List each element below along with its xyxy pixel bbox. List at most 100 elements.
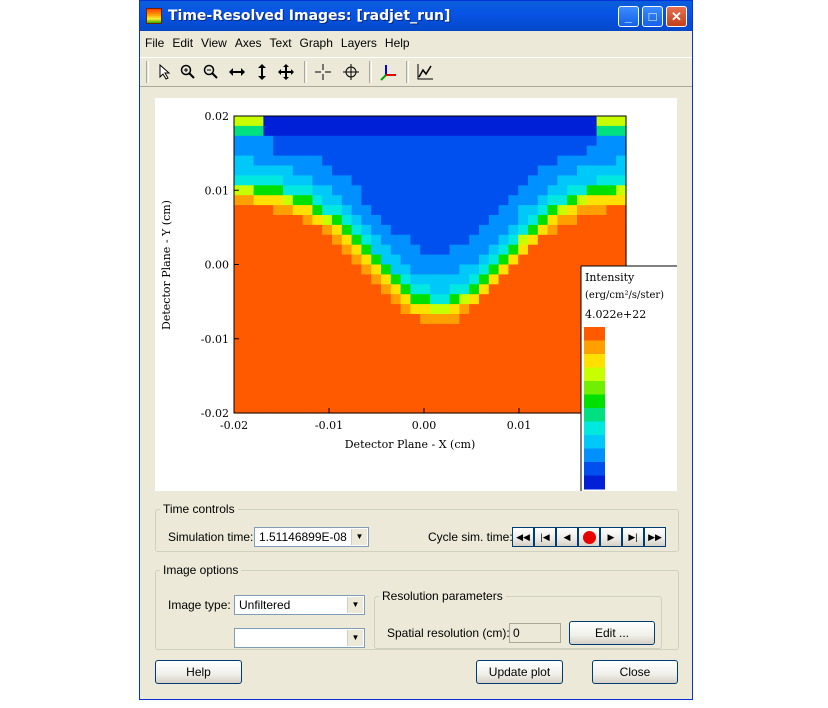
heatmap-cell bbox=[263, 195, 274, 206]
heatmap-cell bbox=[390, 403, 402, 414]
update-plot-button[interactable]: Update plot bbox=[476, 660, 563, 684]
pan-vertical-tool[interactable] bbox=[251, 61, 273, 83]
menu-help[interactable]: Help bbox=[380, 33, 413, 50]
sim-time-select[interactable]: 1.51146899E-08 ▼ bbox=[254, 527, 369, 547]
target-icon bbox=[343, 64, 359, 80]
heatmap-cell bbox=[312, 353, 323, 365]
menu-view[interactable]: View bbox=[196, 33, 230, 50]
time-controls-legend: Time controls bbox=[163, 502, 235, 516]
heatmap-cell bbox=[449, 155, 460, 167]
heatmap-cell bbox=[498, 195, 509, 206]
heatmap-cell bbox=[547, 403, 558, 414]
menu-axes[interactable]: Axes bbox=[230, 33, 265, 50]
heatmap-cell bbox=[351, 393, 362, 404]
heatmap-cell bbox=[332, 274, 343, 285]
heatmap-cell bbox=[361, 323, 372, 335]
close-window-button[interactable]: ✕ bbox=[666, 6, 687, 27]
heatmap-cell bbox=[322, 333, 333, 345]
step-back-button[interactable]: ◀ bbox=[556, 527, 578, 547]
pointer-tool[interactable] bbox=[154, 61, 176, 83]
heatmap-cell bbox=[234, 215, 245, 226]
spatial-resolution-field[interactable]: 0 bbox=[509, 623, 561, 643]
menu-layers[interactable]: Layers bbox=[336, 33, 380, 50]
heatmap-cells bbox=[234, 116, 627, 414]
heatmap-cell bbox=[459, 264, 470, 275]
record-button[interactable] bbox=[578, 527, 600, 547]
heatmap-cell bbox=[253, 403, 264, 414]
heatmap-cell bbox=[508, 175, 519, 186]
heatmap-cell bbox=[528, 274, 539, 285]
help-button[interactable]: Help bbox=[155, 660, 242, 684]
heatmap-cell bbox=[557, 195, 568, 206]
last-frame-button[interactable]: ▶| bbox=[622, 527, 644, 547]
heatmap-cell bbox=[292, 314, 304, 325]
heatmap-cell bbox=[518, 393, 529, 404]
line-plot-tool[interactable] bbox=[414, 61, 436, 83]
heatmap-cell bbox=[332, 155, 343, 167]
secondary-select[interactable]: ▼ bbox=[234, 628, 365, 648]
heatmap-cell bbox=[371, 333, 382, 345]
axes-3d-tool[interactable] bbox=[378, 61, 400, 83]
heatmap-cell bbox=[439, 215, 451, 226]
intensity-plot[interactable]: -0.02 -0.01 0.00 0.01 0.02 0.01 0.00 -0.01 -0.02… bbox=[155, 98, 677, 491]
heatmap-cell bbox=[400, 175, 411, 186]
heatmap-cell bbox=[616, 116, 627, 127]
heatmap-cell bbox=[390, 234, 402, 246]
toolbar-separator bbox=[304, 61, 307, 83]
heatmap-cell bbox=[459, 224, 470, 236]
heatmap-cell bbox=[439, 205, 451, 216]
heatmap-cell bbox=[322, 165, 333, 176]
fast-forward-button[interactable]: ▶▶ bbox=[644, 527, 666, 547]
heatmap-cell bbox=[263, 363, 274, 374]
target-tool[interactable] bbox=[340, 61, 362, 83]
menu-graph[interactable]: Graph bbox=[295, 33, 336, 50]
first-frame-button[interactable]: |◀ bbox=[534, 527, 556, 547]
heatmap-cell bbox=[547, 333, 558, 345]
heatmap-cell bbox=[518, 264, 529, 275]
heatmap-cell bbox=[430, 333, 441, 345]
menu-text[interactable]: Text bbox=[265, 33, 295, 50]
heatmap-cell bbox=[459, 373, 470, 384]
heatmap-cell bbox=[537, 403, 549, 414]
zoom-out-tool[interactable] bbox=[200, 61, 222, 83]
heatmap-cell bbox=[390, 323, 402, 335]
heatmap-cell bbox=[410, 185, 421, 196]
heatmap-cell bbox=[410, 323, 421, 335]
heatmap-cell bbox=[498, 175, 509, 186]
heatmap-cell bbox=[537, 185, 549, 196]
pan-horizontal-tool[interactable] bbox=[226, 61, 248, 83]
title-bar[interactable]: Time-Resolved Images: [radjet_run] _ □ ✕ bbox=[140, 1, 692, 31]
heatmap-cell bbox=[332, 185, 343, 196]
minimize-button[interactable]: _ bbox=[618, 6, 639, 27]
heatmap-cell bbox=[400, 234, 411, 246]
heatmap-cell bbox=[518, 116, 529, 127]
heatmap-cell bbox=[449, 393, 460, 404]
heatmap-cell bbox=[479, 175, 490, 186]
edit-button[interactable]: Edit ... bbox=[569, 621, 655, 645]
heatmap-cell bbox=[400, 304, 411, 315]
zoom-in-tool[interactable] bbox=[177, 61, 199, 83]
rewind-button[interactable]: ◀◀ bbox=[512, 527, 534, 547]
heatmap-cell bbox=[283, 195, 294, 206]
pan-both-tool[interactable] bbox=[275, 61, 297, 83]
play-button[interactable]: ▶ bbox=[600, 527, 622, 547]
heatmap-cell bbox=[332, 333, 343, 345]
heatmap-cell bbox=[537, 264, 549, 275]
y-tick-label: 0.00 bbox=[205, 259, 230, 272]
menu-file[interactable]: File bbox=[140, 33, 167, 50]
heatmap-cell bbox=[283, 323, 294, 335]
image-type-select[interactable]: Unfiltered ▼ bbox=[234, 595, 365, 615]
heatmap-cell bbox=[439, 175, 451, 186]
heatmap-cell bbox=[312, 343, 323, 355]
maximize-button[interactable]: □ bbox=[642, 6, 663, 27]
crosshair-tool[interactable] bbox=[312, 61, 334, 83]
heatmap-cell bbox=[332, 195, 343, 206]
heatmap-cell bbox=[312, 195, 323, 206]
close-button[interactable]: Close bbox=[592, 660, 678, 684]
heatmap-cell bbox=[488, 323, 500, 335]
menu-edit[interactable]: Edit bbox=[167, 33, 196, 50]
heatmap-cell bbox=[400, 264, 411, 275]
pan-vertical-icon bbox=[258, 64, 266, 80]
heatmap-cell bbox=[577, 254, 588, 266]
heatmap-cell bbox=[381, 155, 392, 167]
